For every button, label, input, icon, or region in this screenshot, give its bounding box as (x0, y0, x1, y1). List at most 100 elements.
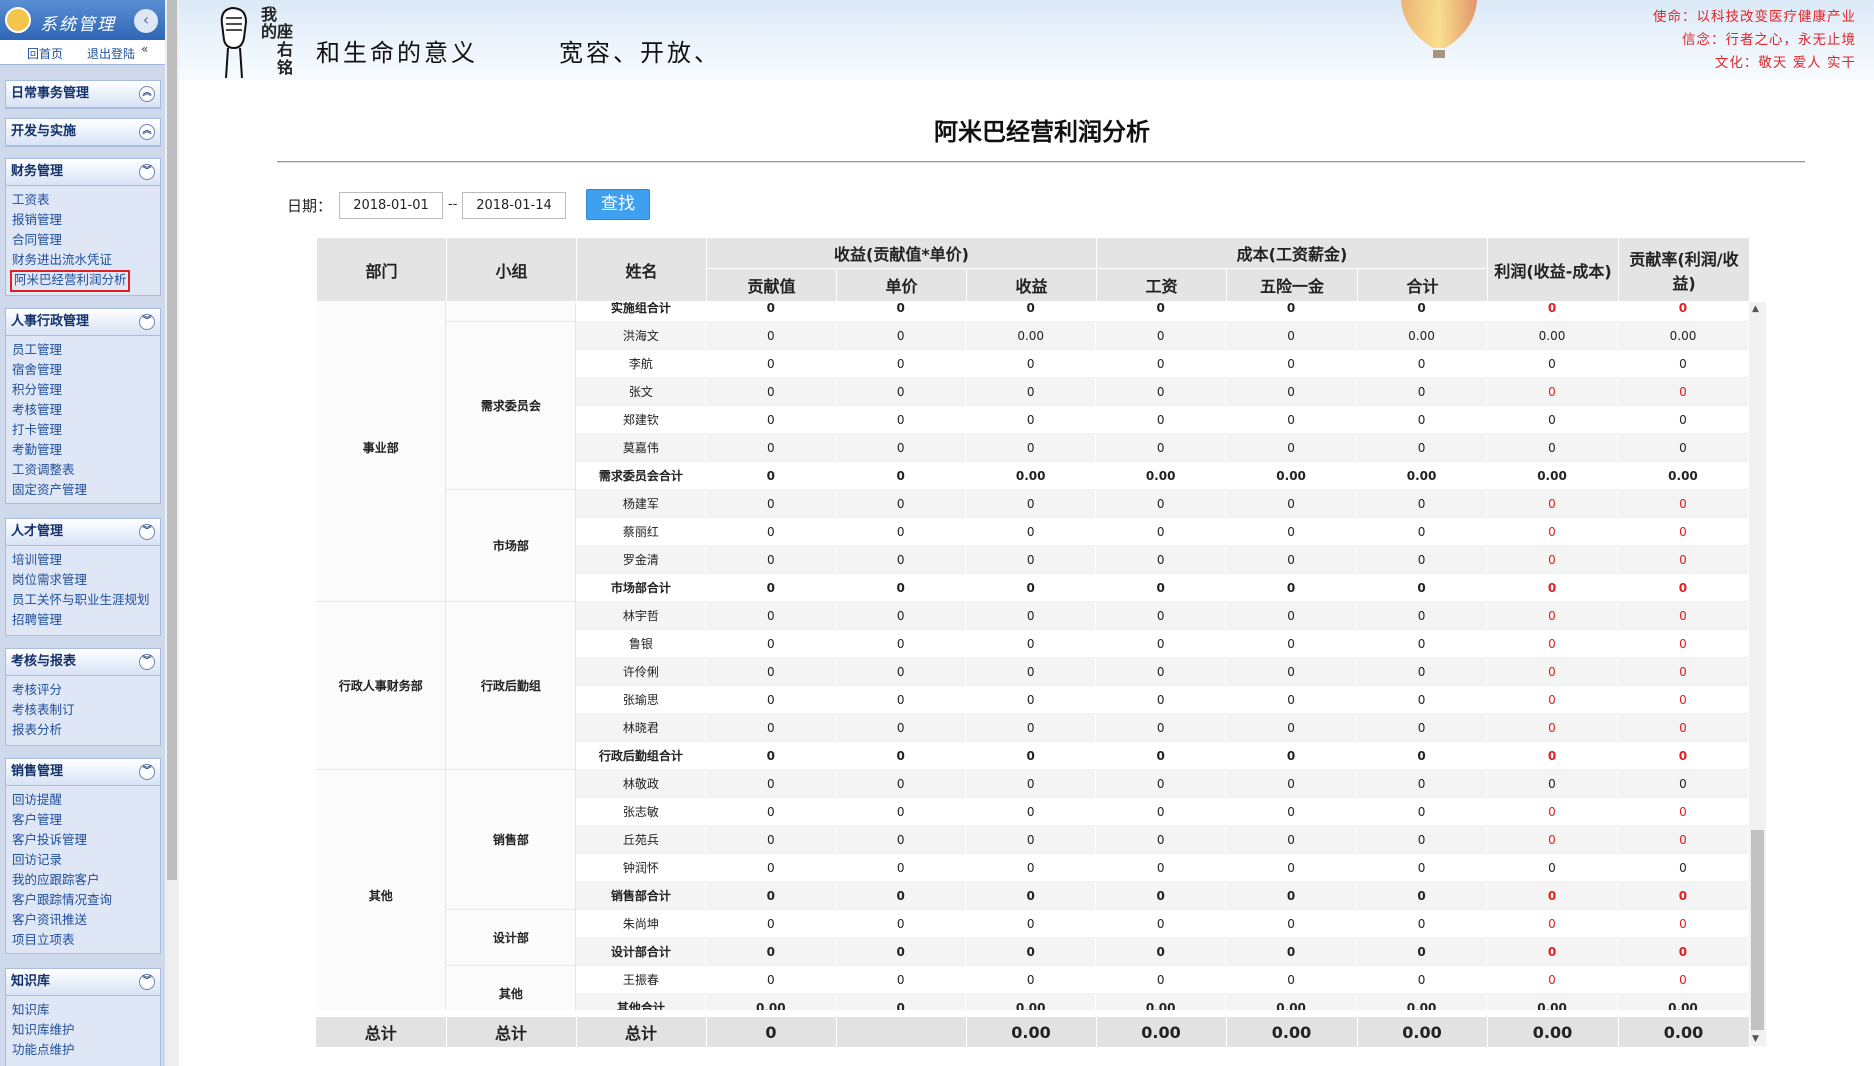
sidebar: 系统管理 ‹ 回首页 退出登陆 « 日常事务管理 ︽ 开发与实施 ︽ 财务管理 ︾ 工… (0, 0, 165, 1066)
col-unit-price-header[interactable]: 单价 (836, 268, 967, 302)
subtotal-name-cell: 实施组合计 (575, 302, 707, 322)
col-team-header[interactable]: 小组 (446, 237, 577, 302)
col-cost-total-header[interactable]: 合计 (1357, 268, 1488, 302)
scrollbar-thumb[interactable] (167, 0, 177, 880)
nav-item-form-design[interactable]: 考核表制订 (12, 700, 160, 720)
nav-group-header[interactable]: 人事行政管理 ︾ (6, 309, 160, 336)
insurance-cell: 0 (1225, 825, 1358, 854)
date-from-input[interactable] (339, 192, 443, 219)
nav-item-customers[interactable]: 客户管理 (12, 810, 160, 830)
col-insurance-header[interactable]: 五险一金 (1226, 268, 1358, 302)
nav-group-header[interactable]: 开发与实施 ︽ (6, 119, 160, 146)
double-chevron-left-icon[interactable]: « (141, 42, 148, 56)
nav-item-training[interactable]: 培训管理 (12, 550, 160, 570)
col-name-header[interactable]: 姓名 (576, 237, 707, 302)
nav-item-project-setup[interactable]: 项目立项表 (12, 930, 160, 950)
col-rate-header[interactable]: 贡献率(利润/收益) (1618, 237, 1750, 302)
team-cell: 其他 (445, 965, 577, 1010)
nav-item-finance-vouchers[interactable]: 财务进出流水凭证 (12, 250, 160, 270)
nav-item-career[interactable]: 员工关怀与职业生涯规划 (12, 590, 160, 610)
chevron-up-icon[interactable]: ︽ (139, 124, 155, 140)
nav-group-header[interactable]: 日常事务管理 ︽ (6, 81, 160, 108)
chevron-down-icon[interactable]: ︾ (139, 164, 155, 180)
profit-cell: 0.00 (1486, 461, 1618, 490)
nav-item-knowledge-maint[interactable]: 知识库维护 (12, 1020, 160, 1040)
rate-cell: 0 (1617, 825, 1749, 854)
income-cell: 0.00 (965, 993, 1097, 1010)
nav-group-header[interactable]: 考核与报表 ︾ (6, 649, 160, 676)
search-button[interactable]: 查找 (586, 189, 650, 220)
salary-cell: 0 (1095, 825, 1227, 854)
chevron-down-icon[interactable]: ︾ (139, 974, 155, 990)
nav-item-job-needs[interactable]: 岗位需求管理 (12, 570, 160, 590)
salary-cell: 0 (1095, 405, 1227, 434)
nav-item-complaints[interactable]: 客户投诉管理 (12, 830, 160, 850)
chevron-up-icon[interactable]: ︽ (139, 86, 155, 102)
table-row: 需求委员会 洪海文 0 0 0.00 0 0 0.00 0.00 0.00 (316, 321, 1749, 490)
nav-item-assessment[interactable]: 考核管理 (12, 400, 160, 420)
col-profit-header[interactable]: 利润(收益-成本) (1487, 237, 1619, 302)
date-to-input[interactable] (462, 192, 566, 219)
subtotal-name-cell: 市场部合计 (575, 573, 707, 602)
unit-price-cell: 0 (835, 769, 967, 798)
col-salary-header[interactable]: 工资 (1096, 268, 1227, 302)
nav-item-contracts[interactable]: 合同管理 (12, 230, 160, 250)
nav-item-dormitory[interactable]: 宿舍管理 (12, 360, 160, 380)
salary-cell: 0 (1095, 545, 1227, 574)
sidebar-scrollbar[interactable] (165, 0, 179, 1066)
nav-group-header[interactable]: 财务管理 ︾ (6, 159, 160, 186)
nav-item-recruitment[interactable]: 招聘管理 (12, 610, 160, 630)
income-cell: 0 (965, 713, 1097, 742)
unit-price-cell: 0 (835, 741, 967, 770)
nav-item-report-analysis[interactable]: 报表分析 (12, 720, 160, 740)
income-cell: 0 (965, 881, 1097, 910)
unit-price-cell: 0 (835, 881, 967, 910)
contribution-cell: 0 (705, 853, 837, 882)
scroll-down-icon[interactable]: ▼ (1752, 1034, 1759, 1044)
chevron-down-icon[interactable]: ︾ (139, 764, 155, 780)
col-contribution-header[interactable]: 贡献值 (706, 268, 837, 302)
scrollbar-thumb[interactable] (1751, 830, 1764, 1030)
col-income-header[interactable]: 收益 (966, 268, 1097, 302)
nav-item-fixed-assets[interactable]: 固定资产管理 (12, 480, 160, 500)
table-scrollbar[interactable]: ▲ ▼ (1749, 302, 1766, 1046)
nav-item-tracking-query[interactable]: 客户跟踪情况查询 (12, 890, 160, 910)
nav-item-scoring[interactable]: 考核评分 (12, 680, 160, 700)
nav-group-header[interactable]: 知识库 ︾ (6, 969, 160, 996)
rate-cell: 0 (1617, 685, 1749, 714)
chevron-down-icon[interactable]: ︾ (139, 654, 155, 670)
motto-text: 和生命的意义 宽容、开放、 (316, 39, 721, 67)
nav-item-my-tracking[interactable]: 我的应跟踪客户 (12, 870, 160, 890)
name-cell: 林宇哲 (575, 601, 707, 630)
logout-link[interactable]: 退出登陆 (87, 45, 135, 62)
home-link[interactable]: 回首页 (27, 45, 63, 62)
fist-icon (220, 6, 248, 78)
contribution-cell: 0 (705, 377, 837, 406)
nav-item-followup-reminder[interactable]: 回访提醒 (12, 790, 160, 810)
nav-group-header[interactable]: 销售管理 ︾ (6, 759, 160, 786)
nav-item-salary-adjust[interactable]: 工资调整表 (12, 460, 160, 480)
nav-item-feature-maint[interactable]: 功能点维护 (12, 1040, 160, 1060)
chevron-down-icon[interactable]: ︾ (139, 524, 155, 540)
scroll-up-icon[interactable]: ▲ (1752, 304, 1759, 314)
profit-cell: 0 (1486, 853, 1618, 882)
profit-cell: 0 (1486, 937, 1618, 966)
nav-item-clock-in[interactable]: 打卡管理 (12, 420, 160, 440)
insurance-cell: 0 (1225, 853, 1358, 882)
col-dept-header[interactable]: 部门 (316, 237, 447, 302)
chevron-down-icon[interactable]: ︾ (139, 314, 155, 330)
nav-item-reimbursement[interactable]: 报销管理 (12, 210, 160, 230)
profit-cell: 0 (1486, 405, 1618, 434)
nav-item-employees[interactable]: 员工管理 (12, 340, 160, 360)
collapse-sidebar-icon[interactable]: ‹ (134, 9, 158, 33)
profit-cell: 0 (1486, 657, 1618, 686)
nav-item-news-push[interactable]: 客户资讯推送 (12, 910, 160, 930)
nav-group-header[interactable]: 人才管理 ︾ (6, 519, 160, 546)
nav-item-attendance[interactable]: 考勤管理 (12, 440, 160, 460)
nav-item-knowledge[interactable]: 知识库 (12, 1000, 160, 1020)
nav-item-salary[interactable]: 工资表 (12, 190, 160, 210)
nav-item-points[interactable]: 积分管理 (12, 380, 160, 400)
nav-item-visit-records[interactable]: 回访记录 (12, 850, 160, 870)
subtotal-row: 事业部 实施组合计 0 0 0 0 0 0 0 0 (316, 302, 1749, 602)
nav-item-amoeba-profit[interactable]: 阿米巴经营利润分析 (10, 270, 130, 292)
